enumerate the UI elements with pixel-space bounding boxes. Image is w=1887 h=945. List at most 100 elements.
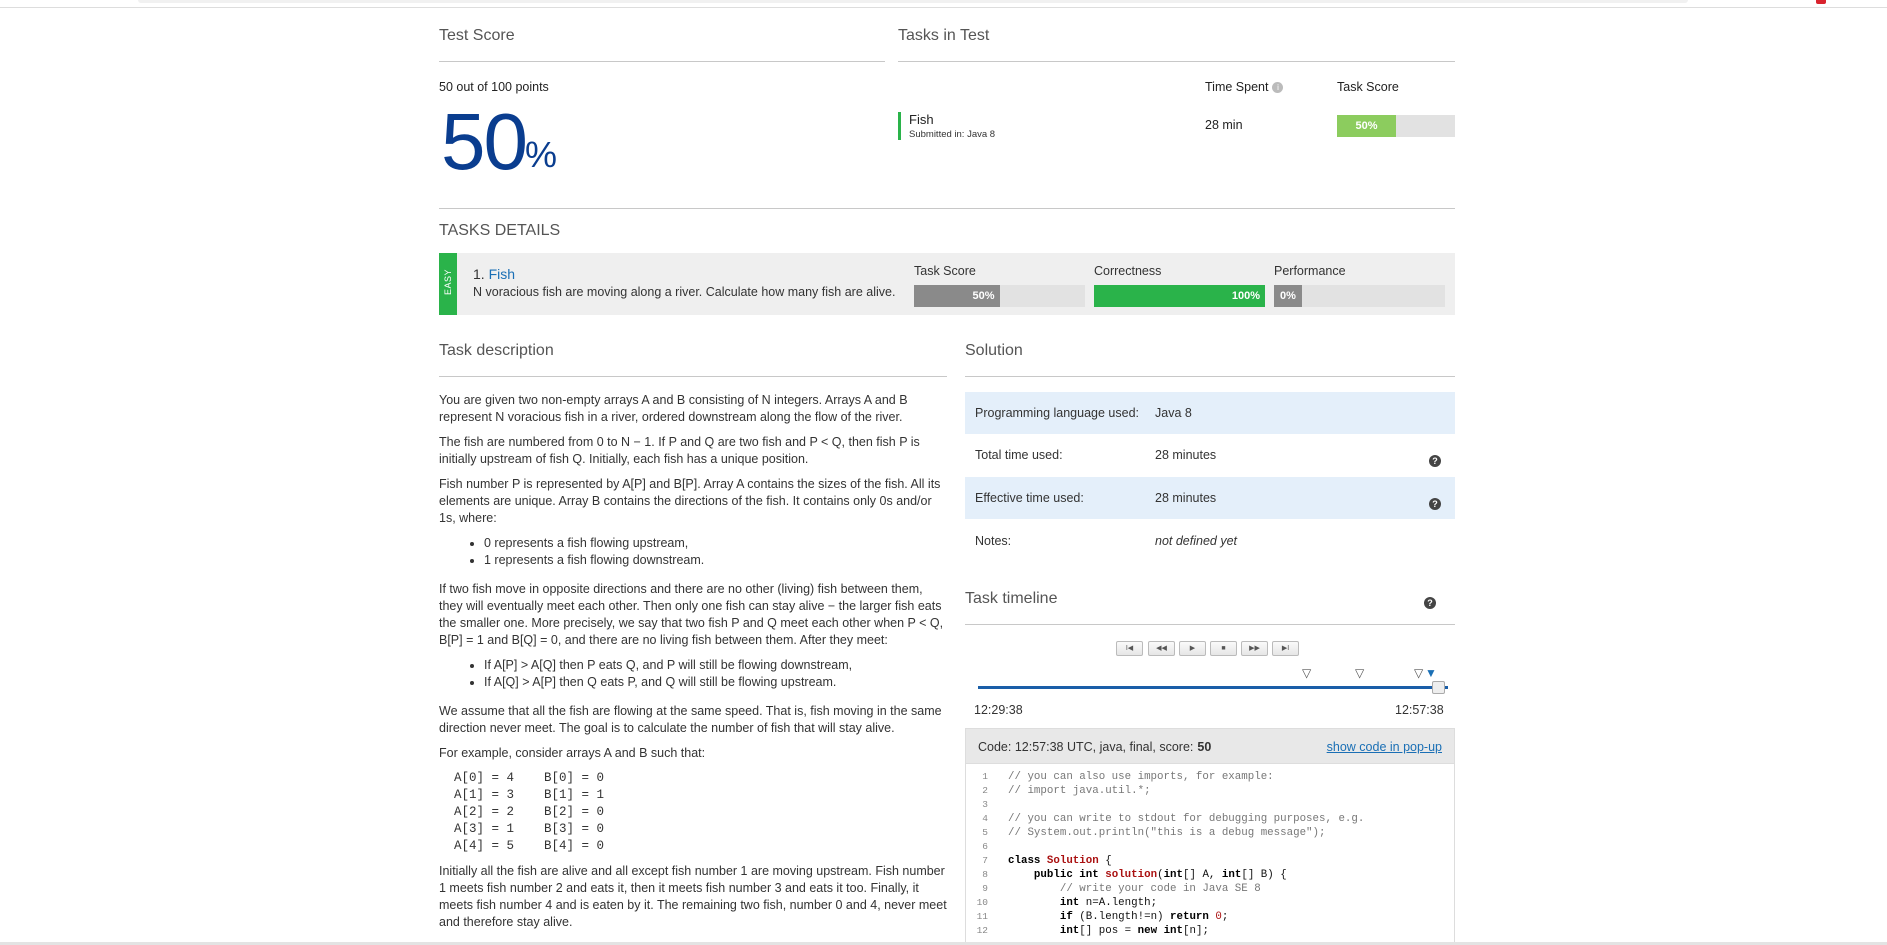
code-line: 2 // import java.util.*; — [966, 784, 1454, 798]
tasks-details-title: TASKS DETAILS — [439, 222, 561, 239]
submitted-language: Submitted in: Java 8 — [909, 129, 996, 140]
timeline-start: 12:29:38 — [974, 703, 1023, 717]
task-description-title: Task description — [439, 342, 554, 359]
timeline-handle[interactable] — [1432, 681, 1445, 694]
detail-task-score-fill: 50% — [914, 285, 1000, 307]
task-name: Fish — [909, 112, 934, 127]
code-line: 4 // you can write to stdout for debuggin… — [966, 812, 1454, 826]
task-score-bar: 50% — [1337, 115, 1455, 137]
line-number: 8 — [982, 869, 988, 880]
code-line: 7 class Solution { — [966, 854, 1454, 868]
code-text: // System.out.println("this is a debug m… — [1008, 827, 1326, 839]
desc-paragraph: For example, consider arrays A and B suc… — [439, 746, 706, 760]
last-icon: ▶I — [1281, 645, 1290, 652]
first-button[interactable]: I◀ — [1116, 641, 1143, 656]
forward-button[interactable]: ▶▶ — [1241, 641, 1268, 656]
correctness-fill: 100% — [1094, 285, 1265, 307]
code-score: 50 — [1197, 740, 1212, 754]
score-percent: 50 — [441, 97, 528, 186]
rewind-icon: ◀◀ — [1156, 645, 1167, 652]
first-icon: I◀ — [1125, 645, 1134, 652]
desc-paragraph: We assume that all the fish are flowing … — [439, 704, 942, 735]
code-line: 10 int n=A.length; — [966, 896, 1454, 910]
line-number: 1 — [982, 771, 988, 782]
code-line: 12 int[] pos = new int[n]; — [966, 924, 1454, 938]
detail-task-score-bar: 50% — [914, 285, 1085, 307]
line-number: 7 — [982, 855, 988, 866]
line-number: 9 — [982, 883, 988, 894]
row-key: Total time used: — [975, 448, 1063, 462]
code-line: 3 — [966, 798, 1454, 812]
performance-fill: 0% — [1274, 285, 1302, 307]
timeline-track[interactable] — [978, 686, 1448, 689]
help-icon[interactable]: ? — [1429, 498, 1441, 510]
row-key: Programming language used: — [975, 406, 1139, 420]
task-short-description: N voracious fish are moving along a rive… — [473, 285, 896, 299]
desc-paragraph: If two fish move in opposite directions … — [439, 582, 944, 647]
timeline-marker-active-icon[interactable]: ▼ — [1425, 667, 1437, 679]
line-number: 3 — [982, 799, 988, 810]
task-score-header: Task Score — [1337, 80, 1399, 94]
time-spent-header: Time Spent i — [1205, 80, 1284, 94]
meet-rules-list: If A[P] > A[Q] then P eats Q, and P will… — [484, 657, 949, 691]
correctness-label: Correctness — [1094, 264, 1162, 278]
code-line: 5 // System.out.println("this is a debug … — [966, 826, 1454, 840]
code-text: class Solution { — [1008, 855, 1112, 867]
show-code-popup-link[interactable]: show code in pop-up — [1327, 740, 1442, 754]
direction-list: 0 represents a fish flowing upstream, 1 … — [484, 535, 949, 569]
task-score-fill: 50% — [1337, 115, 1396, 137]
code-line: 6 — [966, 840, 1454, 854]
timeline-marker-icon[interactable]: ▽ — [1302, 667, 1311, 679]
stop-button[interactable]: ■ — [1210, 641, 1237, 656]
row-key: Effective time used: — [975, 491, 1084, 505]
divider — [965, 376, 1455, 377]
code-info: Code: 12:57:38 UTC, java, final, score: 5… — [978, 740, 1212, 754]
code-text: // you can also use imports, for example… — [1008, 771, 1274, 783]
performance-bar: 0% — [1274, 285, 1445, 307]
time-spent-value: 28 min — [1205, 118, 1243, 132]
code-line: 11 if (B.length!=n) return 0; — [966, 910, 1454, 924]
last-button[interactable]: ▶I — [1272, 641, 1299, 656]
test-score-title: Test Score — [439, 27, 515, 44]
help-icon[interactable]: ? — [1424, 597, 1436, 609]
example-arrays: A[0] = 4 B[0] = 0 A[1] = 3 B[1] = 1 A[2]… — [454, 771, 605, 853]
task-link[interactable]: Fish — [489, 266, 515, 282]
list-item: If A[Q] > A[P] then Q eats P, and Q will… — [484, 674, 949, 691]
desc-paragraph: Initially all the fish are alive and all… — [439, 864, 947, 929]
code-text: public int solution(int[] A, int[] B) { — [1033, 869, 1287, 881]
task-entry-fish[interactable]: Fish Submitted in: Java 8 — [898, 112, 995, 140]
list-item: If A[P] > A[Q] then P eats Q, and P will… — [484, 657, 949, 674]
desc-paragraph: Fish number P is represented by A[P] and… — [439, 477, 941, 525]
rewind-button[interactable]: ◀◀ — [1148, 641, 1175, 656]
divider — [965, 624, 1455, 625]
divider — [439, 376, 947, 377]
solution-title: Solution — [965, 342, 1023, 359]
timeline-end: 12:57:38 — [1395, 703, 1444, 717]
row-value: not defined yet — [1155, 534, 1238, 548]
row-value: 28 minutes — [1155, 491, 1217, 505]
help-icon[interactable]: ? — [1429, 455, 1441, 467]
code-text: if (B.length!=n) return 0; — [1059, 911, 1229, 923]
code-line: 8 public int solution(int[] A, int[] B) … — [966, 868, 1454, 882]
task-title: 1. Fish — [473, 266, 516, 282]
task-timeline-title: Task timeline — [965, 590, 1058, 607]
timeline-marker-icon[interactable]: ▽ — [1414, 667, 1423, 679]
tasks-in-test-title: Tasks in Test — [898, 27, 990, 44]
info-icon[interactable]: i — [1272, 82, 1284, 93]
list-item: 0 represents a fish flowing upstream, — [484, 535, 949, 552]
desc-paragraph: The fish are numbered from 0 to N − 1. I… — [439, 435, 920, 466]
play-button[interactable]: ▶ — [1179, 641, 1206, 656]
percent-sign: % — [525, 134, 558, 175]
performance-label: Performance — [1274, 264, 1346, 278]
line-number: 11 — [976, 911, 988, 922]
code-text: int n=A.length; — [1059, 897, 1158, 909]
code-header: Code: 12:57:38 UTC, java, final, score: 5… — [965, 728, 1455, 764]
code-line: 1 // you can also use imports, for exampl… — [966, 770, 1454, 784]
timeline-marker-icon[interactable]: ▽ — [1355, 667, 1364, 679]
correctness-bar: 100% — [1094, 285, 1265, 307]
row-value: Java 8 — [1155, 406, 1192, 420]
line-number: 2 — [982, 785, 988, 796]
code-text: // write your code in Java SE 8 — [1008, 883, 1261, 895]
solution-row-total-time: Total time used: 28 minutes ? — [965, 434, 1455, 476]
divider — [439, 208, 1455, 209]
